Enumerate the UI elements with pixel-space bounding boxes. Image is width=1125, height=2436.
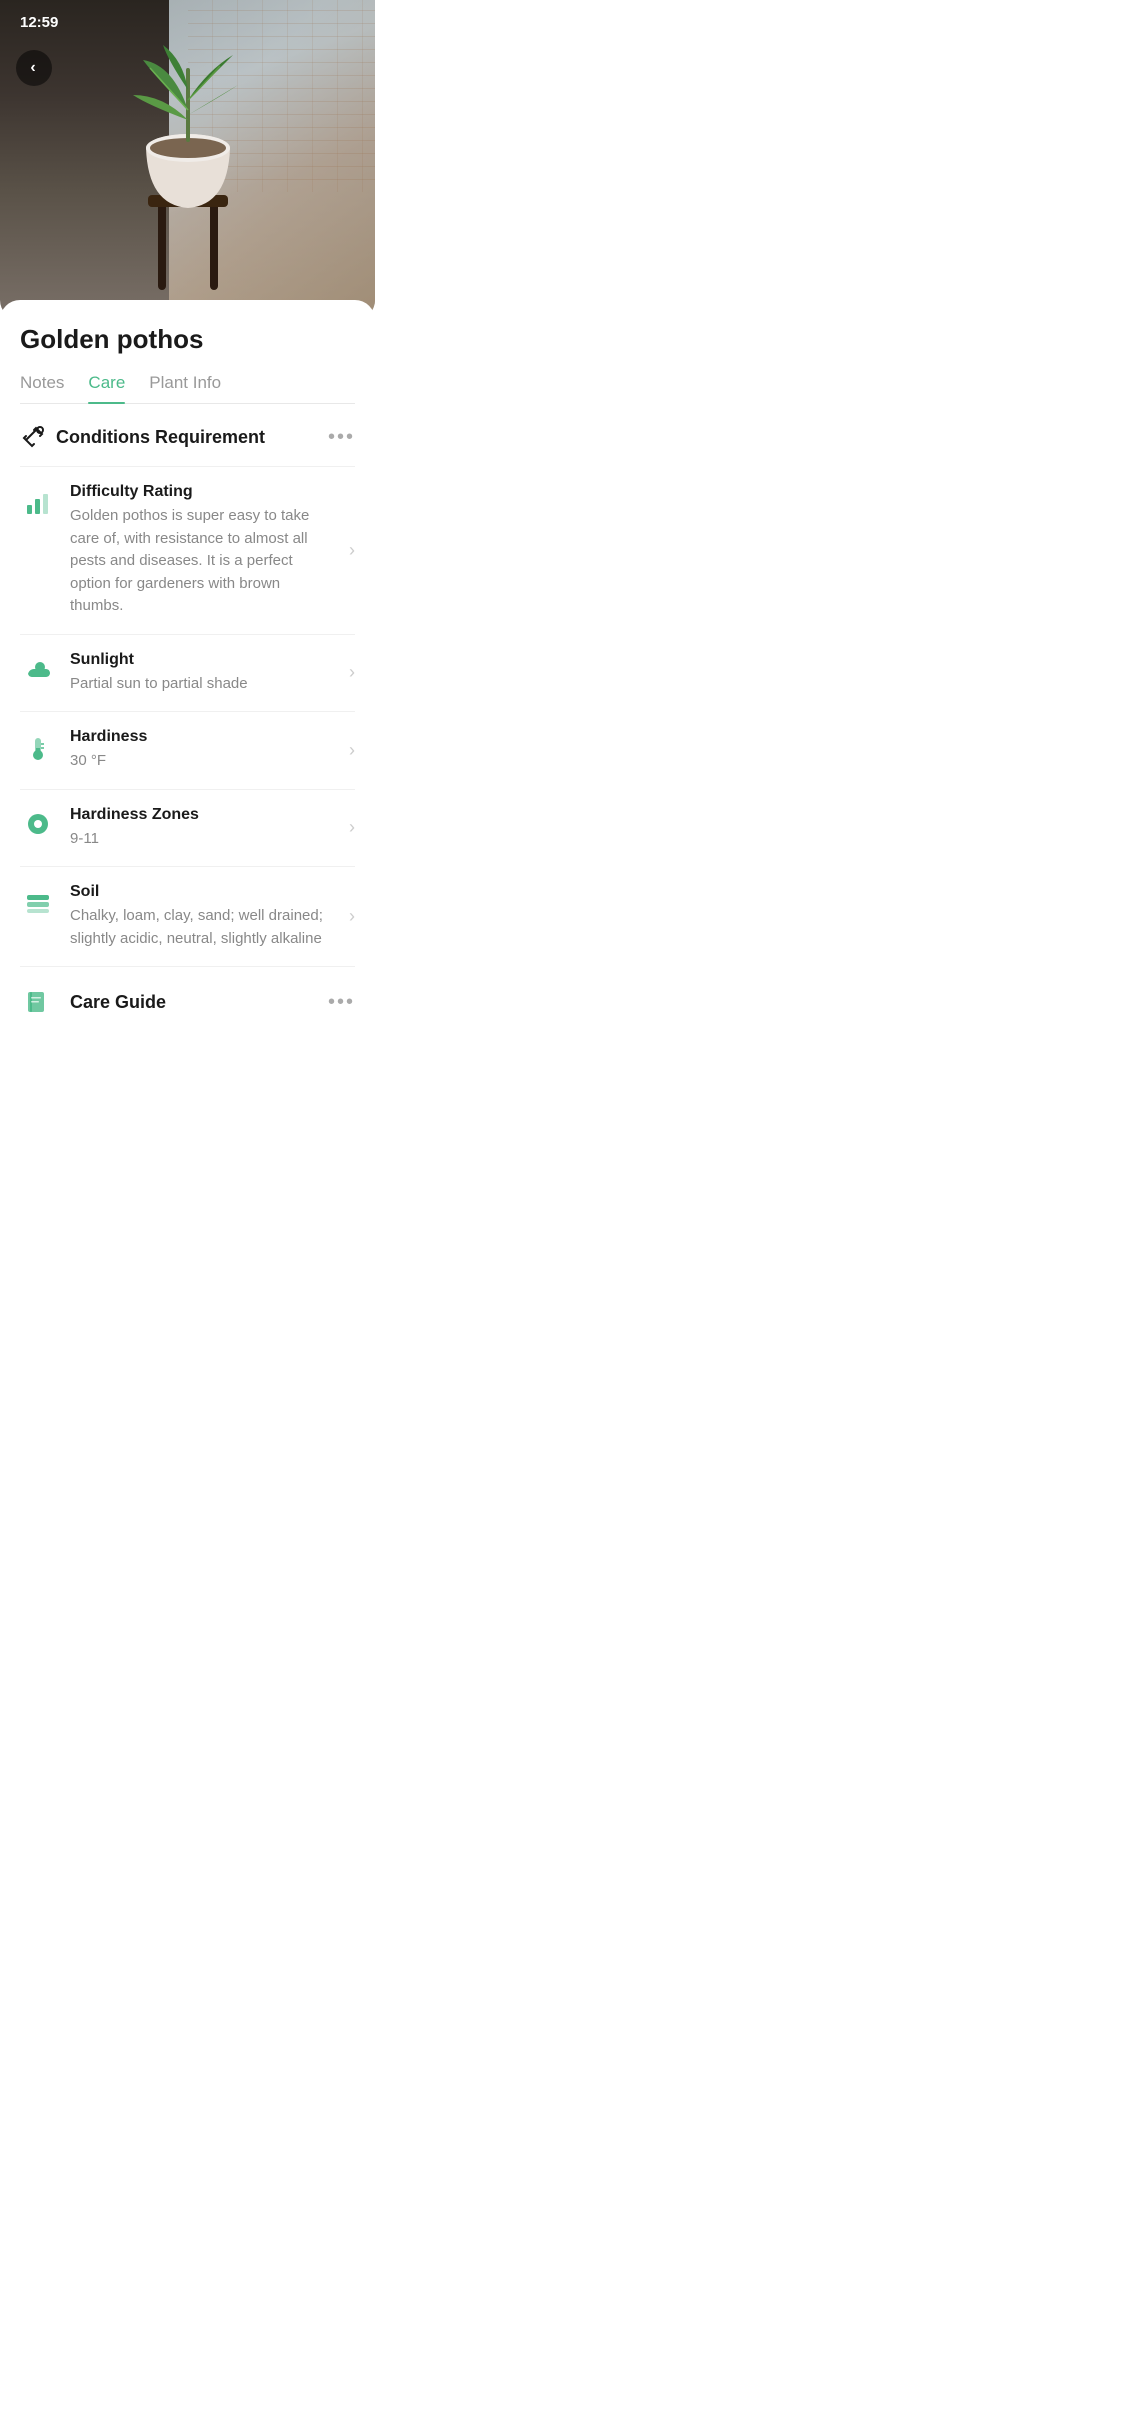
status-icons <box>1038 17 1105 29</box>
tab-notes[interactable]: Notes <box>20 373 64 403</box>
sunlight-content: Sunlight Partial sun to partial shade <box>70 651 335 696</box>
cloud-sun-icon <box>20 653 56 689</box>
conditions-icon <box>20 424 46 450</box>
content-card: Golden pothos Notes Care Plant Info Cond… <box>0 300 375 1029</box>
plant-stand <box>128 40 248 320</box>
soil-icon <box>20 885 56 921</box>
difficulty-chevron-icon[interactable]: › <box>349 540 355 561</box>
hero-image: ‹ <box>0 0 375 320</box>
hardiness-desc: 30 °F <box>70 750 335 773</box>
hardiness-title: Hardiness <box>70 728 335 746</box>
section-more-button[interactable]: ••• <box>328 426 355 449</box>
thermometer-icon <box>20 730 56 766</box>
tab-care[interactable]: Care <box>88 373 125 403</box>
tabs-container: Notes Care Plant Info <box>20 373 355 404</box>
difficulty-content: Difficulty Rating Golden pothos is super… <box>70 483 335 618</box>
section-title: Conditions Requirement <box>56 427 265 448</box>
care-guide-more-button[interactable]: ••• <box>328 991 355 1014</box>
hardiness-zones-title: Hardiness Zones <box>70 806 335 824</box>
status-bar: 12:59 <box>0 0 1125 39</box>
tab-plant-info[interactable]: Plant Info <box>149 373 221 403</box>
care-guide-left: Care Guide <box>20 983 166 1021</box>
list-item-hardiness: Hardiness 30 °F › <box>20 711 355 789</box>
sunlight-desc: Partial sun to partial shade <box>70 673 335 696</box>
location-icon <box>20 808 56 844</box>
care-guide-section: Care Guide ••• <box>20 966 355 1029</box>
status-time: 12:59 <box>20 14 58 31</box>
soil-desc: Chalky, loam, clay, sand; well drained; … <box>70 905 335 950</box>
hardiness-zones-chevron-icon[interactable]: › <box>349 817 355 838</box>
book-icon <box>20 985 56 1021</box>
battery-icon <box>1080 17 1105 29</box>
sunlight-chevron-icon[interactable]: › <box>349 662 355 683</box>
difficulty-desc: Golden pothos is super easy to take care… <box>70 505 335 618</box>
signal-icon <box>1038 17 1054 29</box>
hardiness-content: Hardiness 30 °F <box>70 728 335 773</box>
back-button[interactable]: ‹ <box>16 50 52 86</box>
hardiness-zones-content: Hardiness Zones 9-11 <box>70 806 335 851</box>
sunlight-title: Sunlight <box>70 651 335 669</box>
back-chevron-icon: ‹ <box>30 59 35 77</box>
care-guide-title: Care Guide <box>70 992 166 1013</box>
section-title-row: Conditions Requirement <box>20 424 265 450</box>
list-item-difficulty: Difficulty Rating Golden pothos is super… <box>20 466 355 634</box>
soil-title: Soil <box>70 883 335 901</box>
section-header: Conditions Requirement ••• <box>20 404 355 466</box>
plant-name: Golden pothos <box>20 324 355 355</box>
wifi-icon <box>1059 17 1075 29</box>
chart-bar-icon <box>20 485 56 521</box>
list-item-hardiness-zones: Hardiness Zones 9-11 › <box>20 789 355 867</box>
list-item-sunlight: Sunlight Partial sun to partial shade › <box>20 634 355 712</box>
hardiness-zones-desc: 9-11 <box>70 828 335 851</box>
hardiness-chevron-icon[interactable]: › <box>349 740 355 761</box>
list-item-soil: Soil Chalky, loam, clay, sand; well drai… <box>20 866 355 966</box>
soil-content: Soil Chalky, loam, clay, sand; well drai… <box>70 883 335 950</box>
difficulty-title: Difficulty Rating <box>70 483 335 501</box>
soil-chevron-icon[interactable]: › <box>349 906 355 927</box>
